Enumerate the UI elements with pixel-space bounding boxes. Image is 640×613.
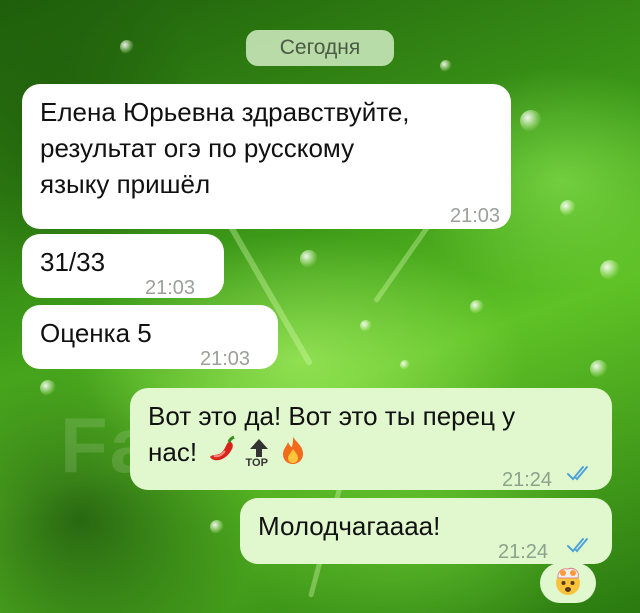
message-text: Молодчагаааа! — [258, 511, 441, 541]
read-receipt-icon — [567, 538, 588, 553]
top-arrow-icon: TOP — [246, 437, 272, 471]
message-time: 21:03 — [200, 348, 251, 370]
top-label: TOP — [245, 457, 268, 470]
date-label: Сегодня — [279, 36, 361, 59]
message-text: Вот это да! Вот это ты перец у нас! TOP — [148, 398, 515, 474]
message-text: Елена Юрьевна здравствуйте, результат ог… — [40, 97, 410, 199]
message-text-line: нас! — [148, 437, 198, 467]
message-text: 31/33 — [40, 247, 106, 277]
exploding-head-icon — [553, 566, 583, 601]
message-time: 21:03 — [145, 277, 196, 299]
message-bubble-incoming[interactable]: Елена Юрьевна здравствуйте, результат ог… — [22, 84, 511, 229]
date-divider: Сегодня — [246, 30, 394, 66]
message-bubble-outgoing[interactable]: Вот это да! Вот это ты перец у нас! TOP … — [130, 388, 612, 491]
message-time: 21:24 — [502, 469, 553, 491]
message-bubble-outgoing[interactable]: Молодчагаааа! 21:24 — [240, 498, 612, 564]
message-text-line: Вот это да! Вот это ты перец у — [148, 401, 516, 431]
message-bubble-incoming[interactable]: 31/33 21:03 — [22, 234, 224, 299]
hot-pepper-icon — [204, 435, 238, 474]
message-reaction[interactable] — [540, 563, 596, 603]
read-receipt-icon — [567, 466, 588, 481]
fire-icon — [279, 435, 307, 474]
message-text: Оценка 5 — [40, 318, 152, 348]
message-time: 21:03 — [450, 205, 501, 227]
message-bubble-incoming[interactable]: Оценка 5 21:03 — [22, 305, 278, 370]
message-time: 21:24 — [498, 541, 549, 563]
